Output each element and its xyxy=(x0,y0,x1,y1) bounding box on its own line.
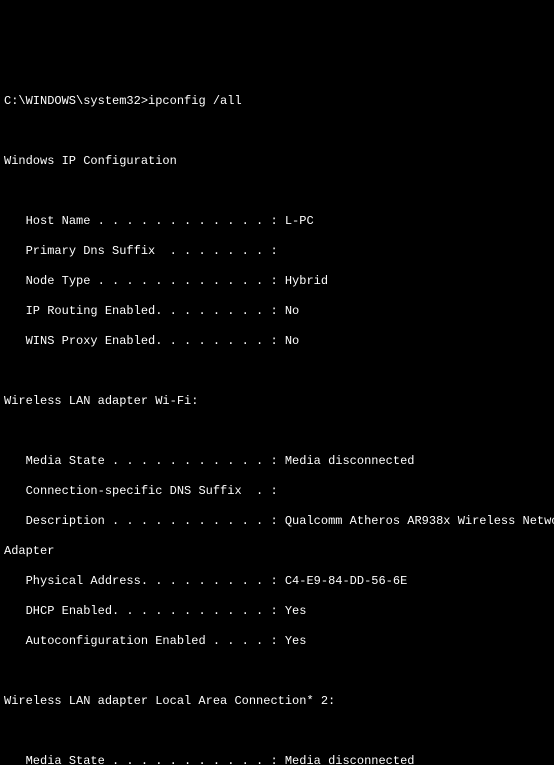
adapter-header: Wireless LAN adapter Wi-Fi: xyxy=(4,394,554,409)
kv-row: Host Name . . . . . . . . . . . . : L-PC xyxy=(4,214,554,229)
wrap-row: Adapter xyxy=(4,544,554,559)
kv-row: Primary Dns Suffix . . . . . . . : xyxy=(4,244,554,259)
kv-row: Media State . . . . . . . . . . . : Medi… xyxy=(4,454,554,469)
section-header: Windows IP Configuration xyxy=(4,154,554,169)
kv-row: Connection-specific DNS Suffix . : xyxy=(4,484,554,499)
kv-row: Media State . . . . . . . . . . . : Medi… xyxy=(4,754,554,765)
kv-row: WINS Proxy Enabled. . . . . . . . : No xyxy=(4,334,554,349)
kv-row: DHCP Enabled. . . . . . . . . . . : Yes xyxy=(4,604,554,619)
kv-row: Description . . . . . . . . . . . : Qual… xyxy=(4,514,554,529)
kv-row: Node Type . . . . . . . . . . . . : Hybr… xyxy=(4,274,554,289)
kv-row: IP Routing Enabled. . . . . . . . : No xyxy=(4,304,554,319)
terminal-output[interactable]: C:\WINDOWS\system32>ipconfig /all Window… xyxy=(0,75,554,765)
kv-row: Autoconfiguration Enabled . . . . : Yes xyxy=(4,634,554,649)
adapter-header: Wireless LAN adapter Local Area Connecti… xyxy=(4,694,554,709)
prompt: C:\WINDOWS\system32> xyxy=(4,94,148,108)
command-line: C:\WINDOWS\system32>ipconfig /all xyxy=(4,94,554,109)
command: ipconfig /all xyxy=(148,94,242,108)
kv-row: Physical Address. . . . . . . . . : C4-E… xyxy=(4,574,554,589)
